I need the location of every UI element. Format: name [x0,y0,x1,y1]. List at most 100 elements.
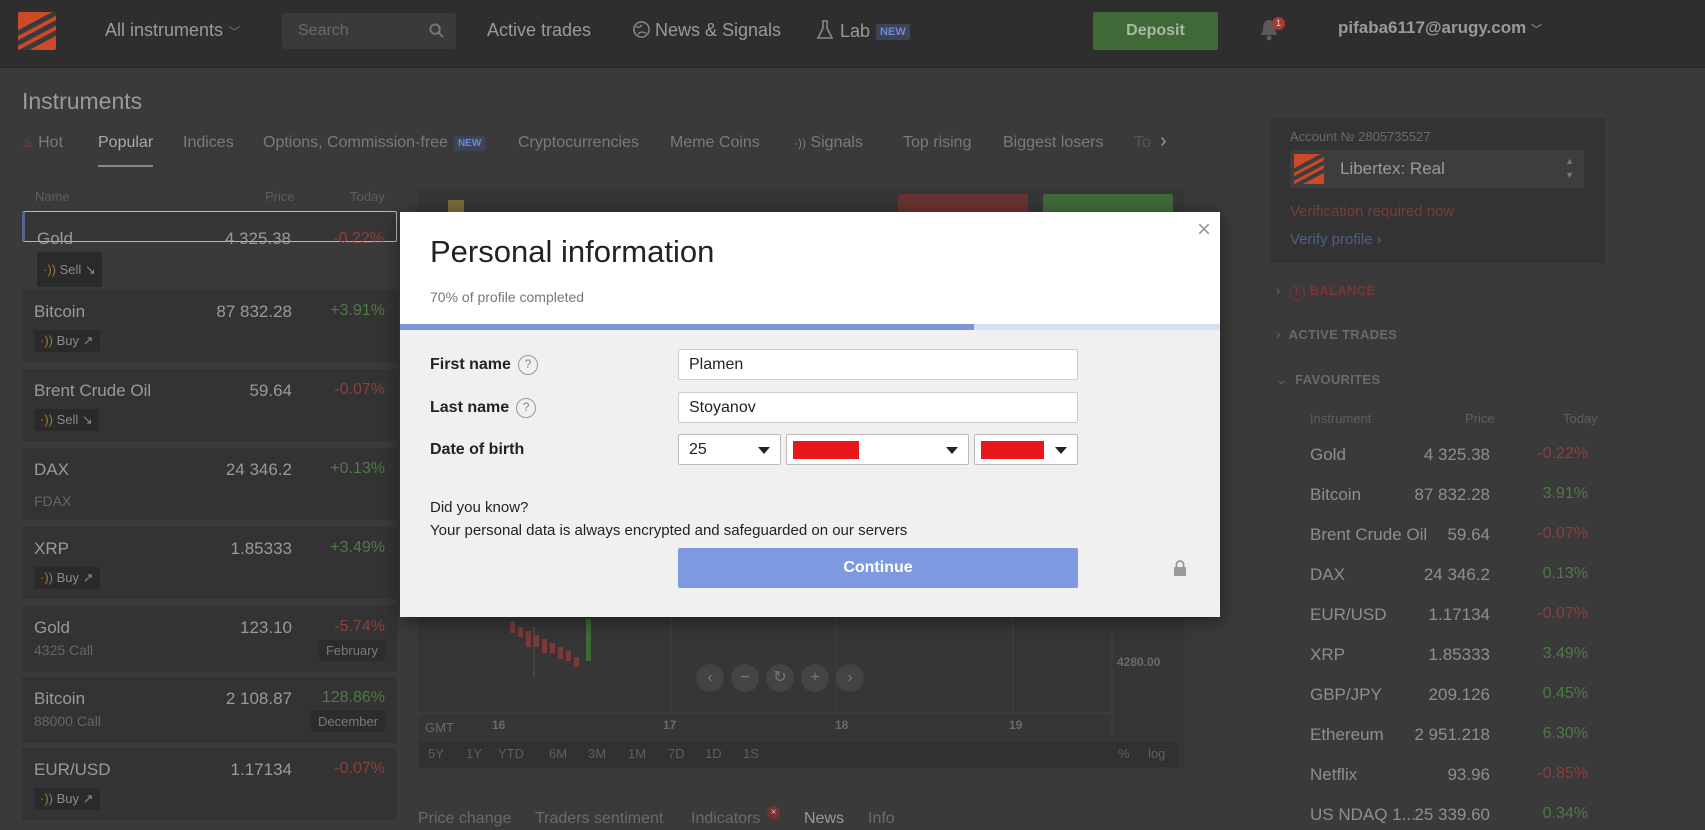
period-option[interactable]: 6M [549,746,567,761]
libertex-logo-icon [1294,154,1324,184]
chart-nav-controls: ‹ − ↻ + › [696,664,872,694]
close-icon[interactable]: × [1194,218,1214,242]
percent-scale-toggle[interactable]: % [1118,746,1130,761]
tab-hot[interactable]: ♨ Hot [22,134,63,152]
instrument-tabs: ♨ Hot Popular Indices Options, Commissio… [22,134,1187,168]
tab-biggest-losers[interactable]: Biggest losers [1003,134,1104,152]
tab-popular[interactable]: Popular [98,134,154,167]
chart-reset-button[interactable]: ↻ [766,664,794,692]
balance-section-toggle[interactable]: ›! BALANCE [1276,283,1375,301]
search-input[interactable]: Search [282,13,456,49]
instrument-change: -5.74% [334,618,385,635]
log-scale-toggle[interactable]: log [1148,746,1165,761]
period-option[interactable]: 7D [668,746,685,761]
active-trades-link[interactable]: Active trades [487,20,591,41]
instrument-price: 4 325.38 [224,229,291,248]
tab-news[interactable]: News [804,810,844,828]
favourite-row[interactable]: Bitcoin 87 832.28 3.91% [1290,475,1598,515]
fav-name: XRP [1310,645,1345,664]
favourite-row[interactable]: Netflix 93.96 -0.85% [1290,755,1598,795]
security-note: Your personal data is always encrypted a… [430,522,908,539]
user-account-menu[interactable]: pifaba6117@arugy.com ﹀ [1338,18,1542,38]
tab-indices[interactable]: Indices [183,134,234,152]
tab-truncated[interactable]: To [1134,134,1151,152]
fav-price: 93.96 [1447,765,1490,784]
instrument-row[interactable]: Bitcoin 87 832.28 +3.91% ·)) Buy ↗ [22,290,397,362]
continue-button[interactable]: Continue [678,548,1078,588]
signal-tag: ·)) Sell ↘ [34,409,99,431]
fav-price: 209.126 [1428,685,1490,704]
timezone-label: GMT [425,720,454,735]
account-selector[interactable]: Libertex: Real ▲ ▼ [1290,150,1584,188]
tab-options[interactable]: Options, Commission-free NEW [263,134,486,152]
fav-name: Gold [1310,445,1346,464]
instrument-price: 2 108.87 [225,689,292,708]
favourite-row[interactable]: US NDAQ 1... 25 339.60 0.34% [1290,795,1598,830]
last-name-label-text: Last name [430,399,510,417]
zoom-in-button[interactable]: + [801,664,829,692]
favourite-row[interactable]: GBP/JPY 209.126 0.45% [1290,675,1598,715]
lab-new-badge: NEW [876,24,910,40]
chart-next-button[interactable]: › [836,664,864,692]
first-name-field[interactable]: Plamen [678,349,1078,380]
chevron-right-icon[interactable]: › [1160,130,1167,153]
lab-link[interactable]: Lab NEW [816,20,910,42]
period-option[interactable]: 1D [705,746,722,761]
last-name-field[interactable]: Stoyanov [678,392,1078,423]
period-option[interactable]: 1M [628,746,646,761]
libertex-logo-icon[interactable] [18,12,56,50]
instrument-row[interactable]: EUR/USD 1.17134 -0.07% ·)) Buy ↗ [22,748,397,820]
instrument-row[interactable]: DAX 24 346.2 +0.13% FDAX [22,448,397,520]
tab-indicators[interactable]: Indicators [691,810,760,828]
tab-info[interactable]: Info [868,810,895,828]
signal-icon: ·)) [40,412,53,427]
chart-prev-button[interactable]: ‹ [696,664,724,692]
signal-tag-label: Buy ↗ [56,791,94,806]
tab-cryptocurrencies[interactable]: Cryptocurrencies [518,134,639,152]
favourite-row[interactable]: EUR/USD 1.17134 -0.07% [1290,595,1598,635]
period-option[interactable]: 1S [743,746,759,761]
instrument-row[interactable]: XRP 1.85333 +3.49% ·)) Buy ↗ [22,527,397,599]
instrument-row[interactable]: Gold 4 325.38 -0.22% ·)) Sell ↘ [22,211,397,287]
verify-profile-link[interactable]: Verify profile › [1290,231,1382,248]
search-placeholder: Search [298,22,349,39]
indicators-badge: × [767,806,780,819]
favourite-row[interactable]: Gold 4 325.38 -0.22% [1290,435,1598,475]
help-icon[interactable]: ? [516,398,537,418]
redacted-value [981,441,1044,459]
tab-signals[interactable]: ·)) Signals [794,134,863,152]
tab-top-rising[interactable]: Top rising [903,134,971,152]
instrument-change: -0.07% [334,381,385,398]
favourite-row[interactable]: Ethereum 2 951.218 6.30% [1290,715,1598,755]
deposit-button[interactable]: Deposit [1093,12,1218,50]
fav-change: 3.49% [1542,645,1588,662]
period-option[interactable]: 1Y [466,746,482,761]
dob-month-select[interactable] [786,434,969,465]
instrument-name: Gold [37,229,73,248]
zoom-out-button[interactable]: − [731,664,759,692]
tab-traders-sentiment[interactable]: Traders sentiment [535,810,663,828]
favourite-row[interactable]: XRP 1.85333 3.49% [1290,635,1598,675]
period-option[interactable]: 3M [588,746,606,761]
news-signals-link[interactable]: News & Signals [632,20,781,41]
period-option[interactable]: YTD [498,746,524,761]
signal-tag-label: Buy ↗ [56,333,94,348]
help-icon[interactable]: ? [517,355,538,375]
dob-day-select[interactable]: 25 [678,434,781,465]
chevron-down-icon: ﹀ [228,25,241,39]
favourites-section-toggle[interactable]: ⌄ FAVOURITES [1276,372,1380,388]
tab-price-change[interactable]: Price change [418,810,511,828]
account-name: Libertex: Real [1340,159,1445,178]
redacted-value [793,441,859,459]
instrument-row[interactable]: Bitcoin 2 108.87 128.86% 88000 Call Dece… [22,677,397,743]
period-option[interactable]: 5Y [428,746,444,761]
active-trades-section-toggle[interactable]: › ACTIVE TRADES [1276,327,1397,342]
favourites-label: FAVOURITES [1295,372,1381,387]
all-instruments-menu[interactable]: All instruments ﹀ [105,20,240,41]
favourite-row[interactable]: Brent Crude Oil 59.64 -0.07% [1290,515,1598,555]
dob-year-select[interactable] [974,434,1078,465]
tab-meme-coins[interactable]: Meme Coins [670,134,760,152]
instrument-row[interactable]: Gold 123.10 -5.74% 4325 Call February [22,606,397,672]
instrument-row[interactable]: Brent Crude Oil 59.64 -0.07% ·)) Sell ↘ [22,369,397,441]
favourite-row[interactable]: DAX 24 346.2 0.13% [1290,555,1598,595]
